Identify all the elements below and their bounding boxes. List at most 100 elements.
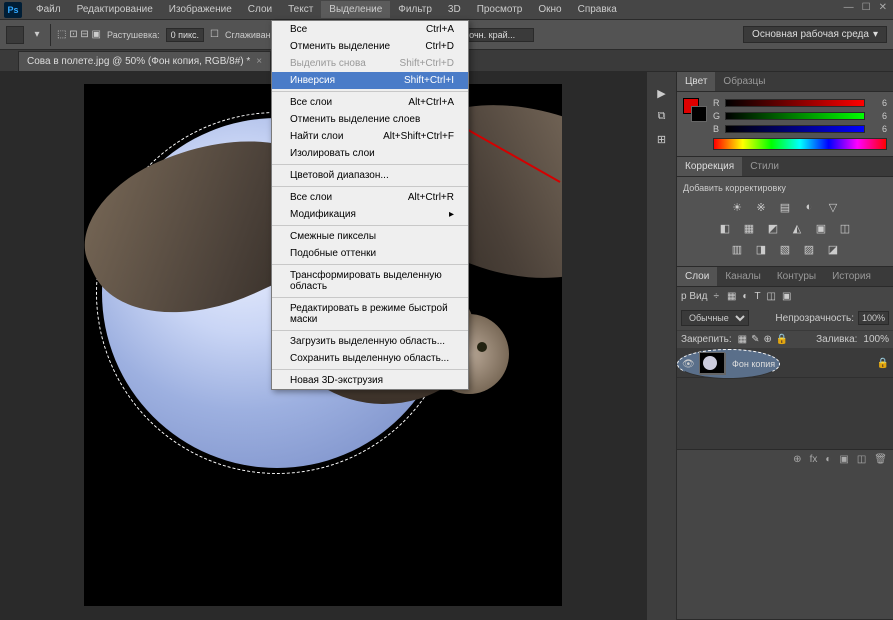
workspace-switcher[interactable]: Основная рабочая среда▾	[743, 26, 887, 43]
adjustment-icon[interactable]: ▨	[802, 243, 816, 256]
adjustment-icon[interactable]: ◩	[766, 222, 780, 235]
menu-item[interactable]: Отменить выделение слоев	[272, 111, 468, 128]
g-label: G	[713, 111, 721, 121]
lock-icon[interactable]: 🔒	[776, 334, 788, 345]
menu-изображение[interactable]: Изображение	[161, 1, 240, 18]
menu-item[interactable]: Все слоиAlt+Ctrl+A	[272, 94, 468, 111]
adjustment-icon[interactable]: ☀	[730, 201, 744, 214]
adjustment-icon[interactable]: ▧	[778, 243, 792, 256]
layer-action-icon[interactable]: fx	[810, 454, 818, 465]
menu-item[interactable]: ВсеCtrl+A	[272, 21, 468, 38]
spectrum-bar[interactable]	[713, 138, 887, 150]
r-slider[interactable]	[725, 99, 865, 107]
layer-row[interactable]: 👁Фон🔒	[677, 349, 893, 378]
close-button[interactable]: ✕	[879, 2, 887, 13]
adjustment-icon[interactable]: ◧	[718, 222, 732, 235]
adjustment-icon[interactable]: ◪	[826, 243, 840, 256]
tab-Слои[interactable]: Слои	[677, 267, 717, 286]
lock-icon[interactable]: ✎	[751, 334, 759, 345]
tab-История[interactable]: История	[824, 267, 879, 286]
blend-mode-select[interactable]: Обычные	[681, 310, 749, 326]
maximize-button[interactable]: ☐	[862, 2, 871, 13]
adjustment-icon[interactable]: ▤	[778, 201, 792, 214]
strip-icon-1[interactable]: ⧉	[651, 106, 673, 126]
menu-item[interactable]: ИнверсияShift+Ctrl+I	[272, 72, 468, 89]
adjustment-icon[interactable]: ▣	[814, 222, 828, 235]
marquee-icon[interactable]: ⬚ ⊡ ⊟ ▣	[57, 29, 101, 40]
menu-item[interactable]: Цветовой диапазон...	[272, 167, 468, 184]
menu-выделение[interactable]: Выделение	[321, 1, 390, 18]
color-swatch[interactable]	[683, 98, 707, 122]
menu-item[interactable]: Найти слоиAlt+Shift+Ctrl+F	[272, 128, 468, 145]
lock-icon[interactable]: ⊕	[764, 334, 772, 345]
layer-name: Фон копия	[732, 359, 775, 369]
fill-input[interactable]: 100%	[863, 334, 889, 345]
menu-item-shortcut: Shift+Ctrl+I	[404, 75, 454, 86]
menu-item[interactable]: Загрузить выделенную область...	[272, 333, 468, 350]
adjustment-icon[interactable]: ◫	[838, 222, 852, 235]
adjustment-icon[interactable]: ※	[754, 201, 768, 214]
menu-item[interactable]: Смежные пикселы	[272, 228, 468, 245]
r-label: R	[713, 98, 721, 108]
document-tab[interactable]: Сова в полете.jpg @ 50% (Фон копия, RGB/…	[18, 51, 271, 71]
menu-редактирование[interactable]: Редактирование	[69, 1, 161, 18]
menu-item[interactable]: Изолировать слои	[272, 145, 468, 162]
app-logo: Ps	[4, 2, 22, 18]
layer-filter-icon[interactable]: ▣	[782, 291, 791, 302]
layer-filter-icon[interactable]: ◫	[767, 291, 776, 302]
menu-справка[interactable]: Справка	[570, 1, 625, 18]
menu-файл[interactable]: Файл	[28, 1, 69, 18]
layer-action-icon[interactable]: 🗑	[874, 454, 887, 465]
tab-Каналы[interactable]: Каналы	[717, 267, 769, 286]
b-value: 6	[869, 124, 887, 134]
layer-action-icon[interactable]: ▣	[839, 454, 848, 465]
menu-item[interactable]: Подобные оттенки	[272, 245, 468, 262]
menu-item-label: Изолировать слои	[290, 148, 375, 159]
feather-input[interactable]: 0 пикс.	[166, 28, 204, 42]
menu-item-label: Все	[290, 24, 307, 35]
menu-item[interactable]: Сохранить выделенную область...	[272, 350, 468, 367]
menu-item[interactable]: Новая 3D-экструзия	[272, 372, 468, 389]
strip-icon-2[interactable]: ⊞	[651, 129, 673, 149]
menu-3d[interactable]: 3D	[440, 1, 469, 18]
layer-row[interactable]: 👁 Фон копия	[677, 349, 780, 379]
menu-item[interactable]: Все слоиAlt+Ctrl+R	[272, 189, 468, 206]
menu-текст[interactable]: Текст	[280, 1, 321, 18]
layer-action-icon[interactable]: ◫	[857, 454, 866, 465]
menu-слои[interactable]: Слои	[240, 1, 280, 18]
strip-icon-0[interactable]: ▶	[651, 83, 673, 103]
lock-icon[interactable]: ▦	[738, 334, 747, 345]
adjustment-icon[interactable]: ◭	[790, 222, 804, 235]
menu-item-label: Редактировать в режиме быстрой маски	[290, 303, 454, 325]
close-tab-icon[interactable]: ×	[256, 56, 262, 67]
tab-Контуры[interactable]: Контуры	[769, 267, 824, 286]
adjustment-icon[interactable]: ▥	[730, 243, 744, 256]
opacity-input[interactable]: 100%	[858, 311, 889, 325]
menu-окно[interactable]: Окно	[530, 1, 569, 18]
minimize-button[interactable]: —	[844, 2, 854, 13]
b-slider[interactable]	[725, 125, 865, 133]
adjustment-icon[interactable]: ▽	[826, 201, 840, 214]
tab-swatches[interactable]: Образцы	[715, 72, 773, 91]
tool-preset-icon[interactable]	[6, 26, 24, 44]
menu-item[interactable]: Модификация▸	[272, 206, 468, 223]
tool-preset-dropdown[interactable]: ▾	[30, 29, 44, 40]
adjustment-icon[interactable]: ▦	[742, 222, 756, 235]
adjustment-icon[interactable]: ◨	[754, 243, 768, 256]
menu-фильтр[interactable]: Фильтр	[390, 1, 440, 18]
adjustment-icon[interactable]: ◐	[802, 201, 816, 214]
g-slider[interactable]	[725, 112, 865, 120]
menu-item[interactable]: Трансформировать выделенную область	[272, 267, 468, 295]
tab-color[interactable]: Цвет	[677, 72, 715, 91]
tab-styles[interactable]: Стили	[742, 157, 787, 176]
menu-item[interactable]: Отменить выделениеCtrl+D	[272, 38, 468, 55]
menu-item[interactable]: Редактировать в режиме быстрой маски	[272, 300, 468, 328]
layer-filter-icon[interactable]: ◐	[742, 291, 748, 302]
layer-filter-icon[interactable]: T	[754, 291, 760, 302]
layer-action-icon[interactable]: ⊕	[793, 454, 801, 465]
menu-просмотр[interactable]: Просмотр	[469, 1, 531, 18]
layer-action-icon[interactable]: ◐	[825, 454, 831, 465]
tab-adjustments[interactable]: Коррекция	[677, 157, 742, 176]
layer-filter-icon[interactable]: ▦	[727, 291, 736, 302]
visibility-icon[interactable]: 👁	[682, 359, 694, 370]
